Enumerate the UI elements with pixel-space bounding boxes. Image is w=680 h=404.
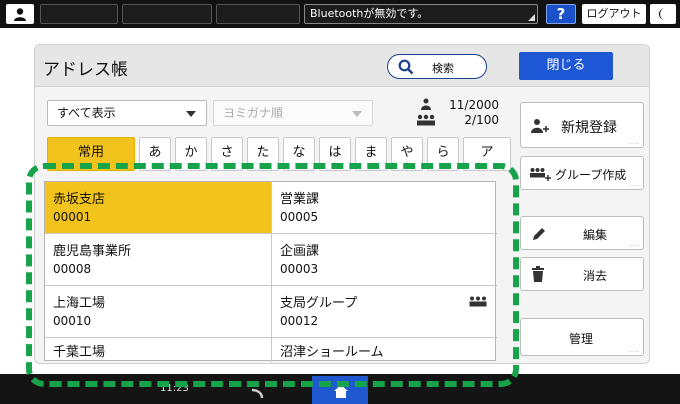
tab-ra[interactable]: ら <box>427 137 459 171</box>
count-icons <box>415 98 437 130</box>
tab-ta[interactable]: た <box>247 137 279 171</box>
entry-name: 営業課 <box>280 192 320 207</box>
tab-na[interactable]: な <box>283 137 315 171</box>
status-message-text: Bluetoothが無効です。 <box>310 7 429 20</box>
more-dots: ... <box>629 138 639 146</box>
pencil-icon <box>533 228 545 240</box>
list-item[interactable]: 鹿児島事業所 00008 <box>45 234 271 286</box>
add-group-icon <box>530 168 551 181</box>
edit-button[interactable]: 編集 ... <box>520 216 644 250</box>
entry-counts: 11/2000 2/100 <box>439 98 499 128</box>
status-message[interactable]: Bluetoothが無効です。 <box>304 4 538 24</box>
person-icon <box>421 98 431 110</box>
help-button[interactable]: ? <box>546 4 576 24</box>
individual-count: 11/2000 <box>449 98 499 112</box>
entry-name: 沼津ショールーム <box>280 345 384 360</box>
display-filter-select[interactable]: すべて表示 <box>47 100 207 126</box>
tab-ha[interactable]: は <box>319 137 351 171</box>
list-item[interactable]: 企画課 00003 <box>271 234 497 286</box>
create-group-button[interactable]: グループ作成 ... <box>520 156 644 190</box>
create-group-label: グループ作成 <box>555 168 627 182</box>
entry-name: 鹿児島事業所 <box>53 244 132 259</box>
entry-number: 00008 <box>53 262 92 276</box>
manage-label: 管理 <box>569 332 594 346</box>
status-bar: Bluetoothが無効です。 ? ログアウト <box>0 0 680 28</box>
list-item[interactable]: 上海工場 00010 <box>45 286 271 338</box>
entry-number: 00003 <box>280 262 319 276</box>
list-item[interactable]: 営業課 00005 <box>271 182 497 234</box>
entry-name: 千葉工場 <box>53 345 106 360</box>
edit-label: 編集 <box>583 228 608 242</box>
list-item[interactable]: 赤坂支店 00001 <box>45 182 271 234</box>
home-button[interactable] <box>312 376 368 404</box>
trash-icon <box>532 266 544 282</box>
list-item[interactable]: 千葉工場 <box>45 338 271 362</box>
home-icon <box>334 385 348 398</box>
group-icon <box>469 296 487 307</box>
display-filter-value: すべて表示 <box>57 106 116 120</box>
sort-order-select: ヨミガナ順 <box>213 100 373 126</box>
entry-number: 00012 <box>280 314 319 328</box>
dialog-title: アドレス帳 <box>43 60 128 80</box>
entry-name: 企画課 <box>280 244 320 259</box>
back-arrow-icon[interactable] <box>250 388 264 402</box>
status-slot <box>122 4 212 24</box>
status-slot <box>40 4 118 24</box>
dialog-header: アドレス帳 検索 閉じる <box>35 45 649 87</box>
tab-frequent[interactable]: 常用 <box>47 137 135 171</box>
manage-button[interactable]: 管理 ... <box>520 318 644 356</box>
group-icon <box>417 114 435 126</box>
close-button[interactable]: 閉じる <box>519 52 613 80</box>
entry-number: 00005 <box>280 210 319 224</box>
more-dots: ... <box>629 346 639 354</box>
energy-saver-button[interactable] <box>650 4 676 24</box>
entry-name: 支局グループ <box>280 296 358 311</box>
search-button[interactable]: 検索 <box>387 54 487 79</box>
expand-corner-icon <box>528 14 535 21</box>
delete-label: 消去 <box>583 269 608 283</box>
new-registration-label: 新規登録 <box>561 120 617 136</box>
search-icon <box>398 59 414 75</box>
tab-sa[interactable]: さ <box>211 137 243 171</box>
logout-button[interactable]: ログアウト <box>582 4 646 24</box>
more-dots: ... <box>629 180 639 188</box>
tab-a[interactable]: あ <box>139 137 171 171</box>
new-registration-button[interactable]: 新規登録 ... <box>520 102 644 148</box>
more-dots: ... <box>629 240 639 248</box>
list-item[interactable]: 支局グループ 00012 <box>271 286 497 338</box>
chevron-down-icon <box>352 111 362 117</box>
clock: 11:23 <box>160 383 189 394</box>
entry-name: 赤坂支店 <box>53 192 106 207</box>
group-count: 2/100 <box>464 113 499 127</box>
entry-number: 00001 <box>53 210 92 224</box>
address-list: 赤坂支店 00001 営業課 00005 鹿児島事業所 00008 企画課 00… <box>44 181 497 362</box>
tab-ma[interactable]: ま <box>355 137 387 171</box>
chevron-down-icon <box>186 111 196 117</box>
user-icon[interactable] <box>6 4 34 24</box>
tab-ka[interactable]: か <box>175 137 207 171</box>
entry-name: 上海工場 <box>53 296 106 311</box>
entry-number: 00010 <box>53 314 92 328</box>
moon-icon <box>659 8 665 20</box>
search-label: 検索 <box>432 62 454 75</box>
list-item[interactable]: 沼津ショールーム <box>271 338 497 362</box>
status-slot <box>216 4 300 24</box>
sort-order-value: ヨミガナ順 <box>223 106 284 120</box>
delete-button[interactable]: 消去 <box>520 257 644 291</box>
add-person-icon <box>531 119 549 133</box>
tab-ya[interactable]: や <box>391 137 423 171</box>
tab-alphabet[interactable]: ア <box>463 137 511 171</box>
